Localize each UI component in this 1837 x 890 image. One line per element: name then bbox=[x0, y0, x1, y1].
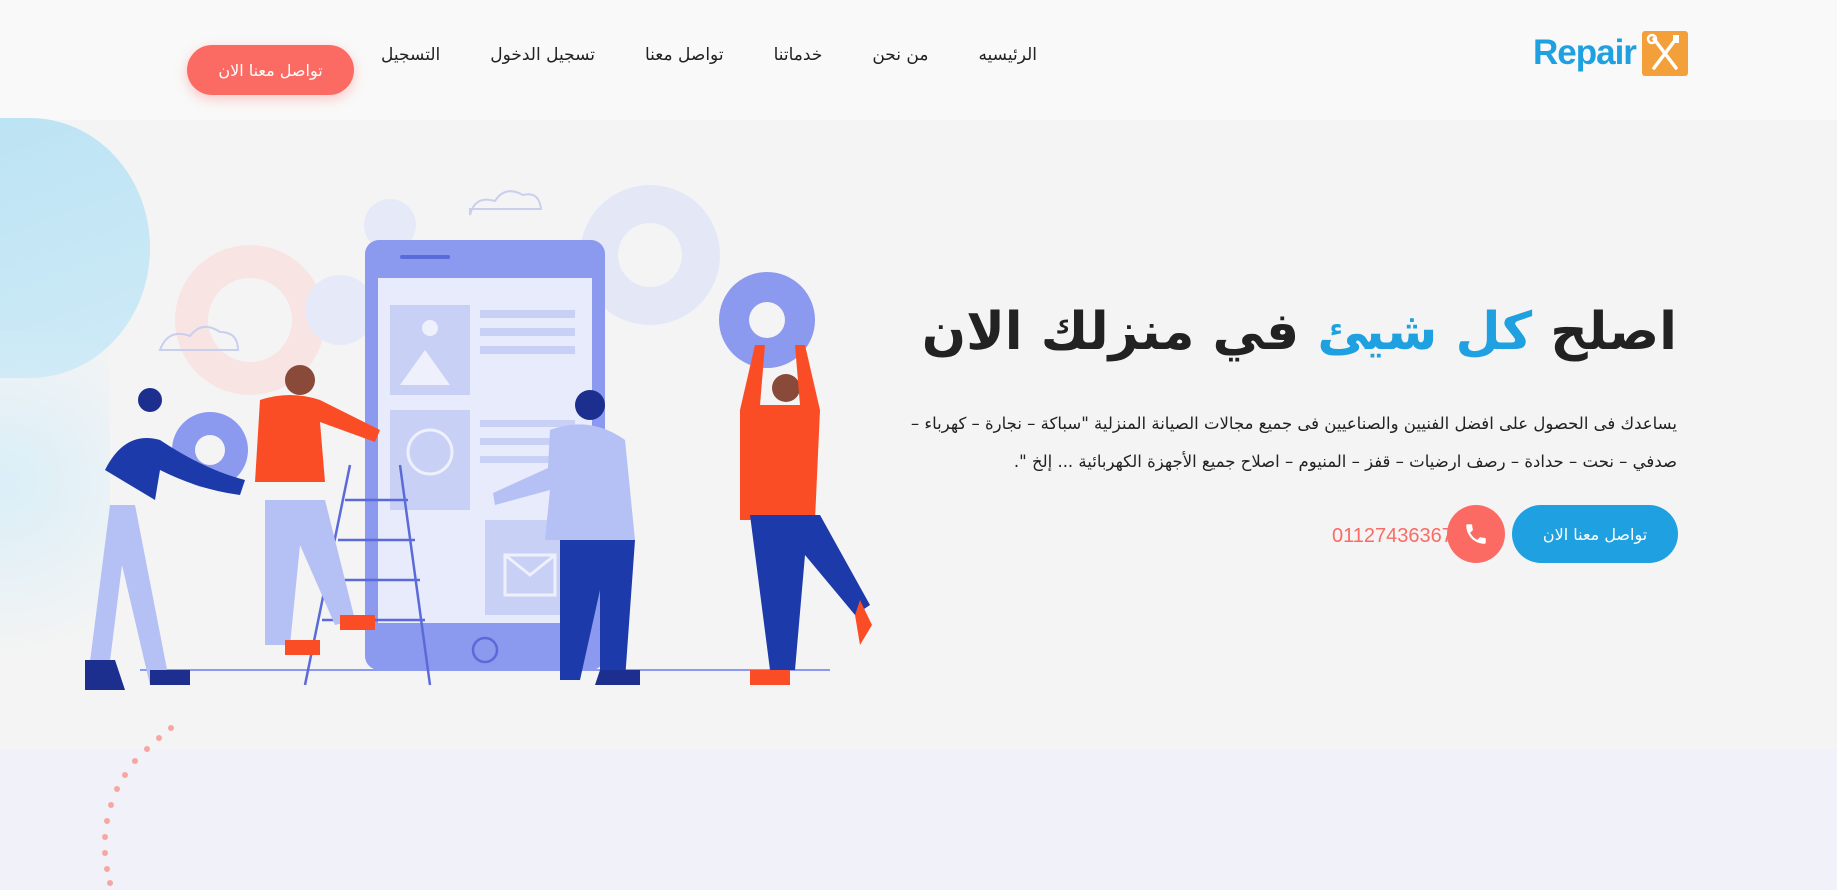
nav-item-contact[interactable]: تواصل معنا bbox=[645, 45, 724, 65]
nav-item-home[interactable]: الرئيسيه bbox=[978, 45, 1037, 65]
nav-item-login[interactable]: تسجيل الدخول bbox=[490, 45, 595, 65]
next-section-band bbox=[0, 750, 1837, 890]
site-header: Repair الرئيسيه من نحن خدماتنا تواصل معن… bbox=[0, 0, 1837, 120]
logo-text: Repair bbox=[1533, 33, 1637, 72]
hero-title: اصلح كل شيئ في منزلك الان bbox=[922, 302, 1677, 362]
contact-now-button[interactable]: تواصل معنا الان bbox=[187, 45, 354, 95]
tools-icon bbox=[1641, 30, 1688, 76]
hero-description: يساعدك فى الحصول على افضل الفنيين والصنا… bbox=[910, 414, 1677, 471]
hero-illustration bbox=[85, 185, 872, 690]
hero-title-highlight: كل شيئ bbox=[1317, 302, 1533, 362]
main-nav: الرئيسيه من نحن خدماتنا تواصل معنا تسجيل… bbox=[331, 45, 1037, 65]
nav-item-services[interactable]: خدماتنا bbox=[774, 45, 823, 65]
hero-title-part2: في منزلك الان bbox=[921, 302, 1300, 362]
nav-item-register[interactable]: التسجيل bbox=[381, 45, 440, 65]
nav-item-about[interactable]: من نحن bbox=[872, 45, 928, 65]
hero-contact-button[interactable]: تواصل معنا الان bbox=[1512, 505, 1678, 563]
logo[interactable]: Repair bbox=[1533, 30, 1688, 76]
hero-title-part1: اصلح bbox=[1550, 302, 1677, 362]
phone-number[interactable]: 01127436367 bbox=[1332, 525, 1453, 548]
phone-icon[interactable] bbox=[1447, 505, 1505, 563]
